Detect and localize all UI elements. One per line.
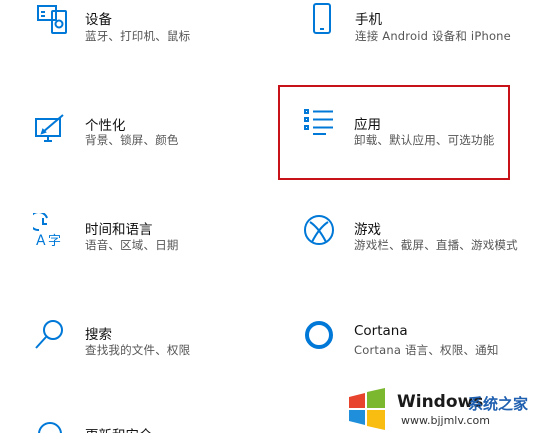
- tile-title: 时间和语言: [85, 222, 153, 238]
- settings-tile-personalization[interactable]: 个性化 背景、锁屏、颜色: [0, 100, 260, 170]
- settings-tile-time-language[interactable]: A 字 时间和语言 语音、区域、日期: [0, 205, 260, 265]
- tile-title: 个性化: [85, 118, 126, 134]
- search-icon: [33, 318, 67, 352]
- settings-tile-gaming[interactable]: 游戏 游戏栏、截屏、直播、游戏模式: [285, 205, 534, 265]
- tile-title: 更新和安全: [85, 424, 153, 433]
- tile-title: 设备: [85, 12, 112, 28]
- devices-icon: [36, 2, 70, 36]
- tile-description: 查找我的文件、权限: [85, 343, 191, 357]
- tile-title: Cortana: [354, 323, 408, 339]
- tile-description: Cortana 语言、权限、通知: [354, 343, 499, 357]
- tile-description: 背景、锁屏、颜色: [85, 133, 179, 147]
- tile-description: 蓝牙、打印机、鼠标: [85, 29, 191, 43]
- personalization-icon: [33, 112, 67, 146]
- tile-description: 连接 Android 设备和 iPhone: [355, 29, 511, 43]
- tile-title: 手机: [355, 12, 382, 28]
- settings-tile-search[interactable]: 搜索 查找我的文件、权限: [0, 310, 260, 370]
- svg-text:字: 字: [48, 234, 61, 247]
- update-icon: [33, 420, 67, 433]
- svg-text:A: A: [36, 233, 46, 247]
- phone-icon: [305, 2, 339, 36]
- highlight-box: [278, 85, 510, 180]
- settings-tile-devices[interactable]: 设备 蓝牙、打印机、鼠标: [0, 0, 260, 60]
- watermark: Windows 系统之家 www.bjjmlv.com: [345, 384, 534, 433]
- tile-title: 搜索: [85, 327, 112, 343]
- windows-logo-icon: [349, 388, 385, 430]
- cortana-ring-icon: [302, 318, 336, 352]
- tile-description: 语音、区域、日期: [85, 238, 179, 252]
- settings-tile-phone[interactable]: 手机 连接 Android 设备和 iPhone: [270, 0, 534, 60]
- xbox-icon: [302, 213, 336, 247]
- tile-description: 游戏栏、截屏、直播、游戏模式: [354, 238, 518, 252]
- settings-tile-update-security[interactable]: 更新和安全: [0, 412, 260, 433]
- tile-title: 游戏: [354, 222, 381, 238]
- time-language-icon: A 字: [33, 213, 67, 247]
- watermark-url: www.bjjmlv.com: [401, 414, 490, 427]
- watermark-site-name: 系统之家: [468, 395, 529, 413]
- settings-tile-cortana[interactable]: Cortana Cortana 语言、权限、通知: [285, 310, 534, 370]
